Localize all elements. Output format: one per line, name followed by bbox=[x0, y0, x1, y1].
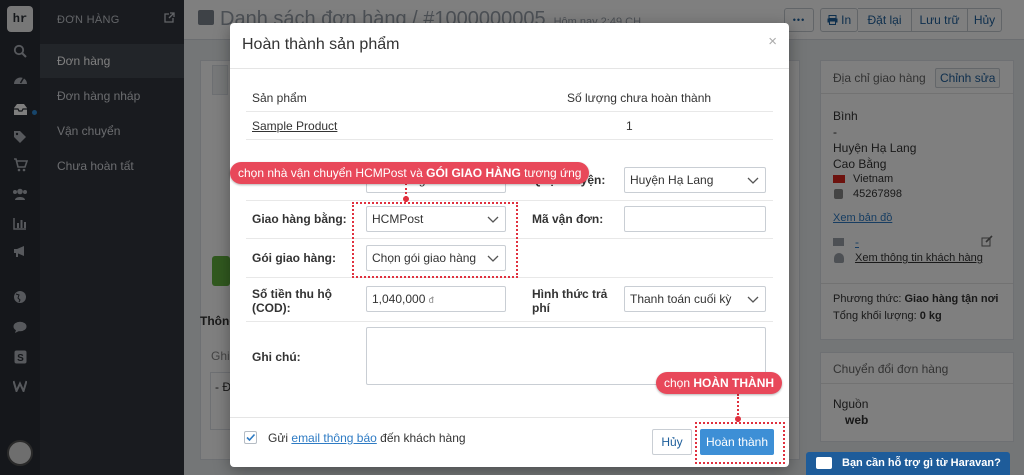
complete-callout-dot bbox=[735, 416, 741, 422]
package-label: Gói giao hàng: bbox=[252, 251, 336, 265]
carrier-highlight-box bbox=[352, 202, 518, 278]
form-divider bbox=[246, 200, 773, 201]
product-column-header: Sản phẩm bbox=[252, 91, 307, 105]
carrier-callout-prefix: chọn nhà vận chuyển HCMPost và bbox=[238, 166, 427, 180]
notify-suffix: đến khách hàng bbox=[380, 431, 466, 445]
complete-callout-emphasis: HOÀN THÀNH bbox=[693, 376, 775, 390]
tracking-label: Mã vận đơn: bbox=[532, 212, 604, 226]
notify-checkbox[interactable] bbox=[244, 431, 257, 444]
payment-select[interactable]: Thanh toán cuối kỳ bbox=[624, 286, 766, 312]
check-icon bbox=[246, 433, 256, 442]
modal-header-divider bbox=[230, 68, 789, 69]
notify-text: Gửi email thông báo đến khách hàng bbox=[268, 431, 466, 445]
note-label: Ghi chú: bbox=[252, 350, 301, 364]
email-notification-link[interactable]: email thông báo bbox=[291, 431, 376, 445]
modal-title: Hoàn thành sản phẩm bbox=[242, 36, 400, 53]
complete-highlight-box bbox=[695, 422, 785, 464]
table-divider bbox=[246, 111, 773, 112]
district-select[interactable]: Huyện Hạ Lang bbox=[624, 167, 766, 193]
modal-cancel-button[interactable]: Hủy bbox=[652, 429, 692, 455]
carrier-callout-suffix: tương ứng bbox=[520, 166, 582, 180]
cod-label: Số tiền thu hộ (COD): bbox=[252, 287, 332, 315]
qty-column-header: Số lượng chưa hoàn thành bbox=[567, 91, 712, 105]
chat-bubble-icon bbox=[816, 457, 832, 469]
close-icon[interactable]: × bbox=[768, 33, 777, 50]
chevron-down-icon bbox=[747, 296, 759, 303]
complete-instruction-callout: chọn HOÀN THÀNH bbox=[656, 372, 783, 394]
payment-label: Hình thức trả phí bbox=[532, 287, 608, 315]
district-selected: Huyện Hạ Lang bbox=[630, 173, 714, 187]
product-link[interactable]: Sample Product bbox=[252, 119, 337, 133]
notify-prefix: Gửi bbox=[268, 431, 289, 445]
modal-footer-divider bbox=[230, 417, 789, 418]
form-divider bbox=[246, 321, 773, 322]
chevron-down-icon bbox=[747, 177, 759, 184]
carrier-callout-dot bbox=[403, 196, 409, 202]
table-divider bbox=[246, 139, 773, 140]
payment-selected: Thanh toán cuối kỳ bbox=[630, 292, 732, 306]
product-qty: 1 bbox=[626, 119, 633, 133]
support-chat-label: Bạn cần hỗ trợ gì từ Haravan? bbox=[842, 457, 1001, 469]
support-chat-widget[interactable]: Bạn cần hỗ trợ gì từ Haravan? bbox=[806, 452, 1010, 475]
complete-callout-prefix: chọn bbox=[664, 376, 694, 390]
cod-input[interactable]: 1,040,000 đ bbox=[366, 286, 506, 312]
carrier-label: Giao hàng bằng: bbox=[252, 212, 347, 226]
tracking-input[interactable] bbox=[624, 206, 766, 232]
cod-value: 1,040,000 bbox=[372, 292, 426, 306]
carrier-callout-emphasis: GÓI GIAO HÀNG bbox=[426, 166, 521, 180]
carrier-instruction-callout: chọn nhà vận chuyển HCMPost và GÓI GIAO … bbox=[230, 162, 590, 184]
cod-unit: đ bbox=[428, 295, 434, 305]
